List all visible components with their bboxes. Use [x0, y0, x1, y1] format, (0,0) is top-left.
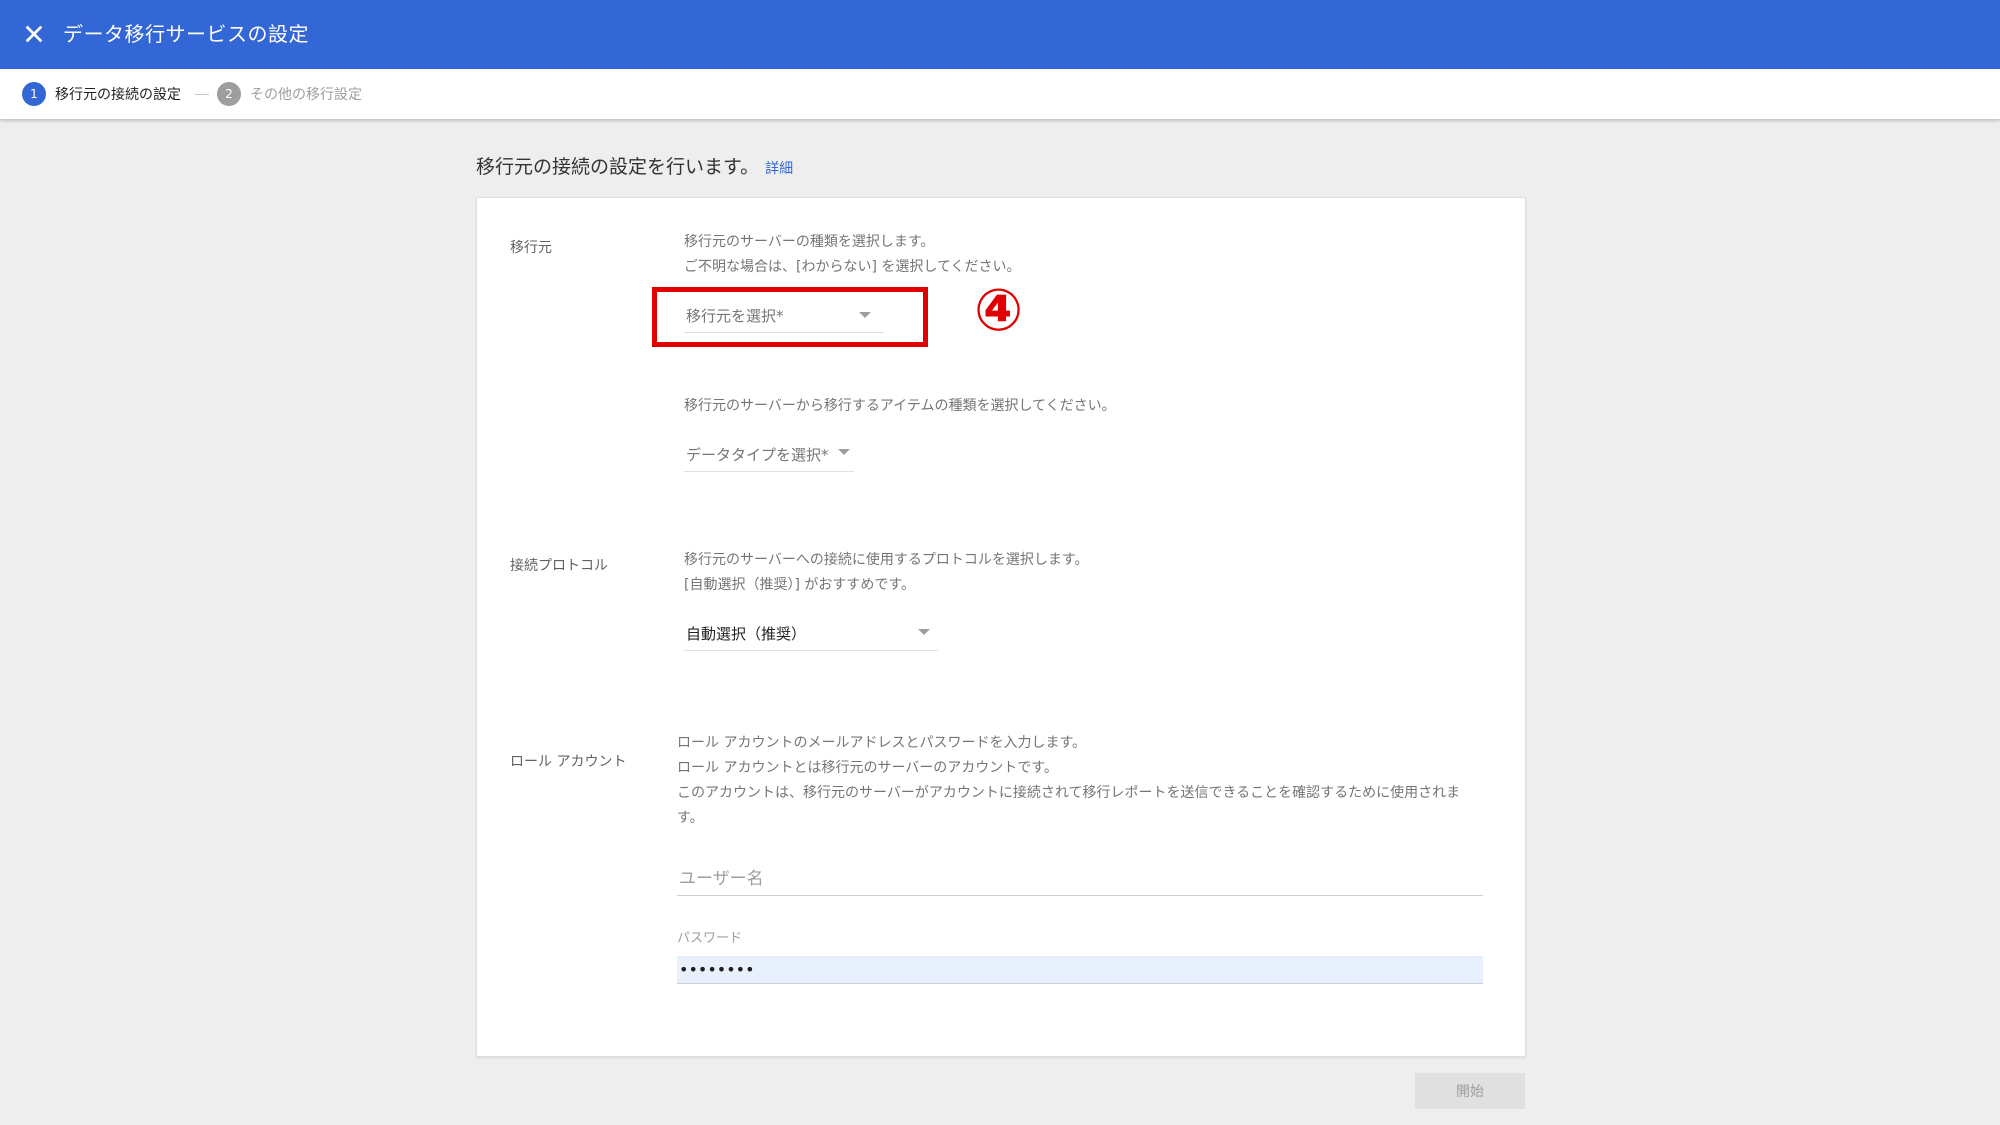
- role-account-label: ロール アカウント: [510, 754, 627, 770]
- step-2-number: 2: [217, 82, 241, 106]
- protocol-select-value: 自動選択（推奨）: [686, 625, 807, 643]
- source-select[interactable]: 移行元を選択*: [684, 302, 884, 333]
- chevron-down-icon: [859, 312, 871, 318]
- protocol-desc-1: 移行元のサーバーへの接続に使用するプロトコルを選択します。: [684, 552, 1089, 568]
- step-source-connection[interactable]: 1 移行元の接続の設定: [22, 82, 181, 106]
- step-1-label: 移行元の接続の設定: [55, 87, 181, 103]
- data-type-select[interactable]: データタイプを選択*: [684, 441, 854, 472]
- source-desc-1: 移行元のサーバーの種類を選択します。: [684, 234, 935, 250]
- page-title: データ移行サービスの設定: [63, 22, 309, 46]
- step-1-number: 1: [22, 82, 46, 106]
- role-account-desc-2: ロール アカウントとは移行元のサーバーのアカウントです。: [677, 760, 1058, 776]
- protocol-label: 接続プロトコル: [510, 558, 608, 574]
- source-select-placeholder: 移行元を選択*: [686, 307, 784, 325]
- close-icon: [25, 25, 43, 43]
- step-connector: [195, 94, 209, 95]
- settings-card: 移行元 移行元のサーバーの種類を選択します。 ご不明な場合は、[わからない] を…: [476, 197, 1526, 1057]
- source-label: 移行元: [510, 240, 552, 256]
- app-header: データ移行サービスの設定: [0, 0, 2000, 69]
- data-type-select-placeholder: データタイプを選択*: [686, 446, 829, 464]
- intro-text: 移行元の接続の設定を行います。: [476, 156, 760, 178]
- source-desc-2: ご不明な場合は、[わからない] を選択してください。: [684, 259, 1021, 275]
- role-account-desc-3: このアカウントは、移行元のサーバーがアカウントに接続されて移行レポートを送信でき…: [677, 785, 1461, 801]
- step-2-label: その他の移行設定: [250, 87, 362, 103]
- role-account-desc-4: す。: [677, 810, 704, 826]
- chevron-down-icon: [918, 629, 930, 635]
- stepper: 1 移行元の接続の設定 2 その他の移行設定: [0, 69, 2000, 119]
- protocol-select[interactable]: 自動選択（推奨）: [684, 620, 938, 651]
- role-account-desc-1: ロール アカウントのメールアドレスとパスワードを入力します。: [677, 735, 1087, 751]
- step-other-settings[interactable]: 2 その他の移行設定: [217, 82, 362, 106]
- close-button[interactable]: [14, 14, 54, 54]
- chevron-down-icon: [838, 449, 850, 455]
- data-type-desc: 移行元のサーバーから移行するアイテムの種類を選択してください。: [684, 398, 1116, 414]
- protocol-desc-2: [自動選択（推奨）] がおすすめです。: [684, 577, 915, 593]
- step-annotation-number: ④: [974, 276, 1024, 344]
- password-input[interactable]: [677, 956, 1483, 984]
- username-input[interactable]: [677, 862, 1483, 896]
- password-label: パスワード: [677, 931, 743, 946]
- intro-text-row: 移行元の接続の設定を行います。 詳細: [476, 152, 793, 179]
- details-link[interactable]: 詳細: [765, 161, 793, 177]
- start-button[interactable]: 開始: [1415, 1073, 1525, 1109]
